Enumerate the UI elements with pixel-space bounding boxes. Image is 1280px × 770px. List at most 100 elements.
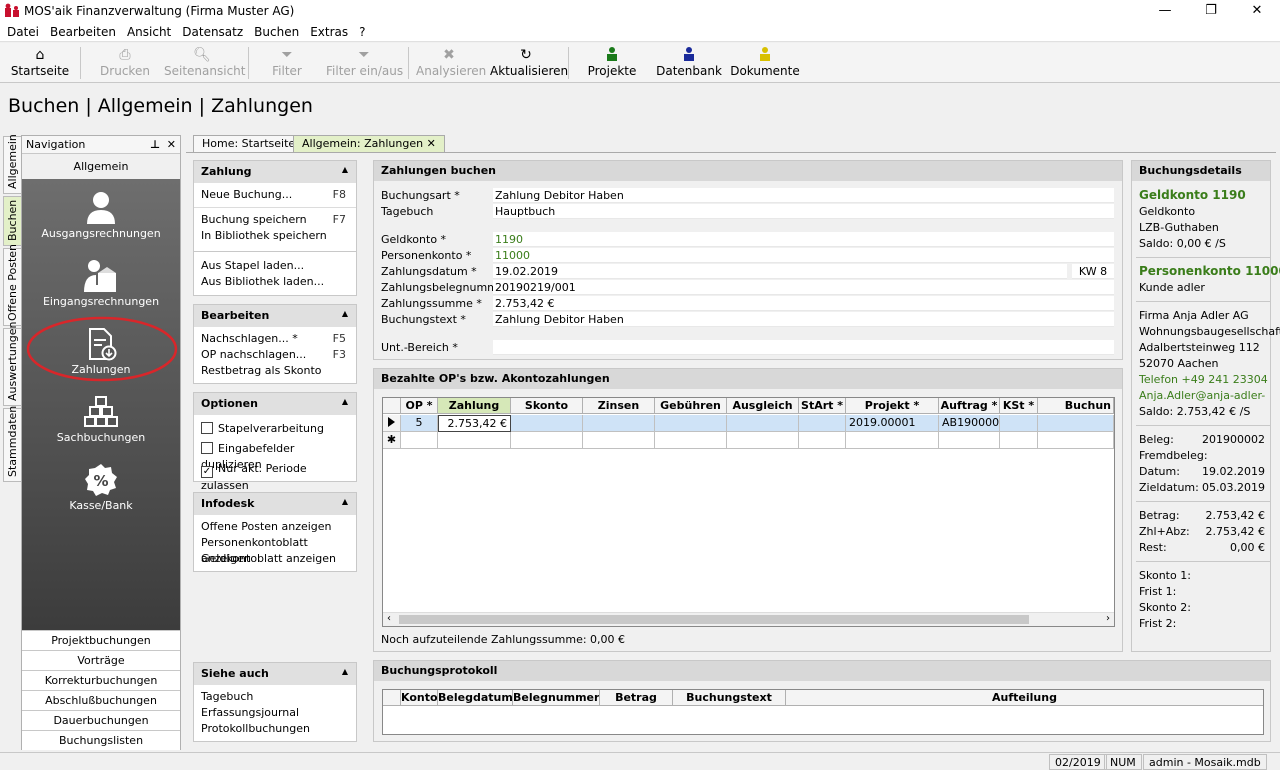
menu-datensatz[interactable]: Datensatz xyxy=(175,22,247,39)
cell-zinsen[interactable] xyxy=(583,415,655,432)
geldkontoblatt-link[interactable]: Geldkontoblatt anzeigen xyxy=(194,551,356,567)
dokumente-button[interactable]: Dokumente xyxy=(730,46,800,80)
cell-start[interactable] xyxy=(799,415,846,432)
tab-home-startseite[interactable]: Home: Startseite xyxy=(193,135,305,152)
new-cell[interactable] xyxy=(655,432,727,449)
neue-buchung-link[interactable]: Neue Buchung... F8 xyxy=(194,187,356,203)
nav-link-dauerbuchungen[interactable]: Dauerbuchungen xyxy=(22,710,180,730)
nav-link-vortraege[interactable]: Vorträge xyxy=(22,650,180,670)
col-header-zahlung[interactable]: Zahlung xyxy=(438,398,511,414)
stapel-laden-link[interactable]: Aus Stapel laden... xyxy=(194,258,356,274)
col-header-ausgleich[interactable]: Ausgleich xyxy=(727,398,799,414)
collapse-icon[interactable]: ▲ xyxy=(342,667,348,676)
close-window-button[interactable]: ✕ xyxy=(1234,0,1280,22)
bibliothek-speichern-link[interactable]: In Bibliothek speichern xyxy=(194,228,356,244)
new-cell[interactable] xyxy=(846,432,939,449)
side-tab-auswertungen[interactable]: Auswertungen xyxy=(3,322,21,406)
buchung-speichern-link[interactable]: Buchung speichern F7 xyxy=(194,212,356,228)
cell-ausgleich[interactable] xyxy=(727,415,799,432)
scroll-left-icon[interactable]: ‹ xyxy=(387,613,391,624)
collapse-icon[interactable]: ▲ xyxy=(342,497,348,506)
drucken-button[interactable]: ⎙ Drucken xyxy=(98,46,152,80)
cell-skonto[interactable] xyxy=(511,415,583,432)
seitenansicht-button[interactable]: 🔍︎ Seitenansicht xyxy=(164,46,245,80)
projekte-button[interactable]: Projekte xyxy=(584,46,640,80)
cell-auftrag[interactable]: AB1900001 xyxy=(939,415,1000,432)
cell-kst[interactable] xyxy=(1000,415,1038,432)
nav-link-buchungslisten[interactable]: Buchungslisten xyxy=(22,730,180,750)
menu-extras[interactable]: Extras xyxy=(303,22,352,39)
panel-zahlung-header[interactable]: Zahlung ▲ xyxy=(194,161,356,183)
personenkonto-heading[interactable]: Personenkonto 11000 xyxy=(1139,264,1280,280)
col-header-zinsen[interactable]: Zinsen xyxy=(583,398,655,414)
checkbox-stapelverarbeitung[interactable] xyxy=(201,422,213,434)
erfassungsjournal-link[interactable]: Erfassungsjournal xyxy=(194,705,356,721)
analysieren-button[interactable]: ✖ Analysieren xyxy=(416,46,486,80)
filter-button[interactable]: ⏷ Filter xyxy=(264,46,310,80)
option-nur-akt-periode[interactable]: ✓ Nur akt. Periode zulassen xyxy=(194,461,356,492)
option-eingabefelder-duplizieren[interactable]: Eingabefelder duplizieren xyxy=(194,441,356,471)
datenbank-button[interactable]: Datenbank xyxy=(654,46,724,80)
nav-item-kasse-bank[interactable]: % Kasse/Bank xyxy=(22,457,180,523)
nav-item-ausgangsrechnungen[interactable]: Ausgangsrechnungen xyxy=(22,185,180,251)
col-header-buchungstext[interactable]: Buchun xyxy=(1038,398,1114,414)
geldkonto-heading[interactable]: Geldkonto 1190 xyxy=(1139,188,1265,204)
option-stapelverarbeitung[interactable]: Stapelverarbeitung xyxy=(194,421,356,441)
navigation-group-allgemein[interactable]: Allgemein xyxy=(22,156,180,178)
belegnummer-field[interactable]: 20190219/001 xyxy=(493,280,1114,295)
personenkontoblatt-link[interactable]: Personenkontoblatt anzeigen xyxy=(194,535,356,565)
zahlungsdatum-field[interactable]: 19.02.2019 xyxy=(493,264,1067,279)
new-cell[interactable] xyxy=(1000,432,1038,449)
collapse-icon[interactable]: ▲ xyxy=(342,309,348,318)
checkbox-nur-akt-periode[interactable]: ✓ xyxy=(201,466,213,478)
minimize-button[interactable]: — xyxy=(1142,0,1188,22)
offene-posten-link[interactable]: Offene Posten anzeigen xyxy=(194,519,356,535)
new-cell[interactable] xyxy=(799,432,846,449)
new-cell[interactable] xyxy=(1038,432,1114,449)
op-nachschlagen-link[interactable]: OP nachschlagen... F3 xyxy=(194,347,356,363)
side-tab-stammdaten[interactable]: Stammdaten xyxy=(3,406,21,482)
menu-ansicht[interactable]: Ansicht xyxy=(120,22,175,39)
nachschlagen-link[interactable]: Nachschlagen... * F5 xyxy=(194,331,356,347)
col-header-start[interactable]: StArt * xyxy=(799,398,846,414)
col-header-buchungstext[interactable]: Buchungstext xyxy=(673,690,786,706)
new-cell[interactable] xyxy=(401,432,438,449)
collapse-icon[interactable]: ▲ xyxy=(342,397,348,406)
cell-gebuehren[interactable] xyxy=(655,415,727,432)
geldkonto-field[interactable]: 1190 xyxy=(493,232,1114,247)
filter-toggle-button[interactable]: ⏷ Filter ein/aus xyxy=(326,46,403,80)
startseite-button[interactable]: ⌂ Startseite xyxy=(10,46,70,80)
checkbox-eingabefelder-duplizieren[interactable] xyxy=(201,442,213,454)
new-cell[interactable] xyxy=(939,432,1000,449)
tagebuch-field[interactable]: Hauptbuch xyxy=(493,204,1114,219)
col-header-betrag[interactable]: Betrag xyxy=(600,690,673,706)
nav-item-eingangsrechnungen[interactable]: Eingangsrechnungen xyxy=(22,253,180,319)
new-cell[interactable] xyxy=(583,432,655,449)
cell-op[interactable]: 5 xyxy=(401,415,438,432)
new-cell[interactable] xyxy=(727,432,799,449)
aktualisieren-button[interactable]: ↻ Aktualisieren xyxy=(490,46,568,80)
cell-buchungstext[interactable] xyxy=(1038,415,1114,432)
side-tab-offene-posten[interactable]: Offene Posten xyxy=(3,244,21,326)
side-tab-allgemein[interactable]: Allgemein xyxy=(3,134,21,194)
col-header-belegdatum[interactable]: Belegdatum xyxy=(438,690,513,706)
horizontal-scrollbar[interactable]: ‹ › xyxy=(383,612,1114,626)
panel-infodesk-header[interactable]: Infodesk ▲ xyxy=(194,493,356,515)
menu-datei[interactable]: Datei xyxy=(0,22,43,39)
new-cell[interactable] xyxy=(438,432,511,449)
col-header-skonto[interactable]: Skonto xyxy=(511,398,583,414)
menu-help[interactable]: ? xyxy=(352,22,369,39)
scrollbar-thumb[interactable] xyxy=(399,615,1029,624)
zahlungssumme-field[interactable]: 2.753,42 € xyxy=(493,296,1114,311)
nav-link-projektbuchungen[interactable]: Projektbuchungen xyxy=(22,630,180,650)
pin-icon[interactable]: ⊥ xyxy=(150,138,160,151)
tagebuch-link[interactable]: Tagebuch xyxy=(194,689,356,705)
nav-link-korrekturbuchungen[interactable]: Korrekturbuchungen xyxy=(22,670,180,690)
email-link[interactable]: Anja.Adler@anja-adler-... xyxy=(1139,389,1265,405)
close-tab-icon[interactable]: ✕ xyxy=(427,137,436,150)
col-header-kst[interactable]: KSt * xyxy=(1000,398,1038,414)
side-tab-buchen[interactable]: Buchen xyxy=(3,196,21,246)
restore-button[interactable]: ❐ xyxy=(1188,0,1234,22)
telefon-link[interactable]: Telefon +49 241 23304 xyxy=(1139,373,1268,389)
personenkonto-field[interactable]: 11000 xyxy=(493,248,1114,263)
